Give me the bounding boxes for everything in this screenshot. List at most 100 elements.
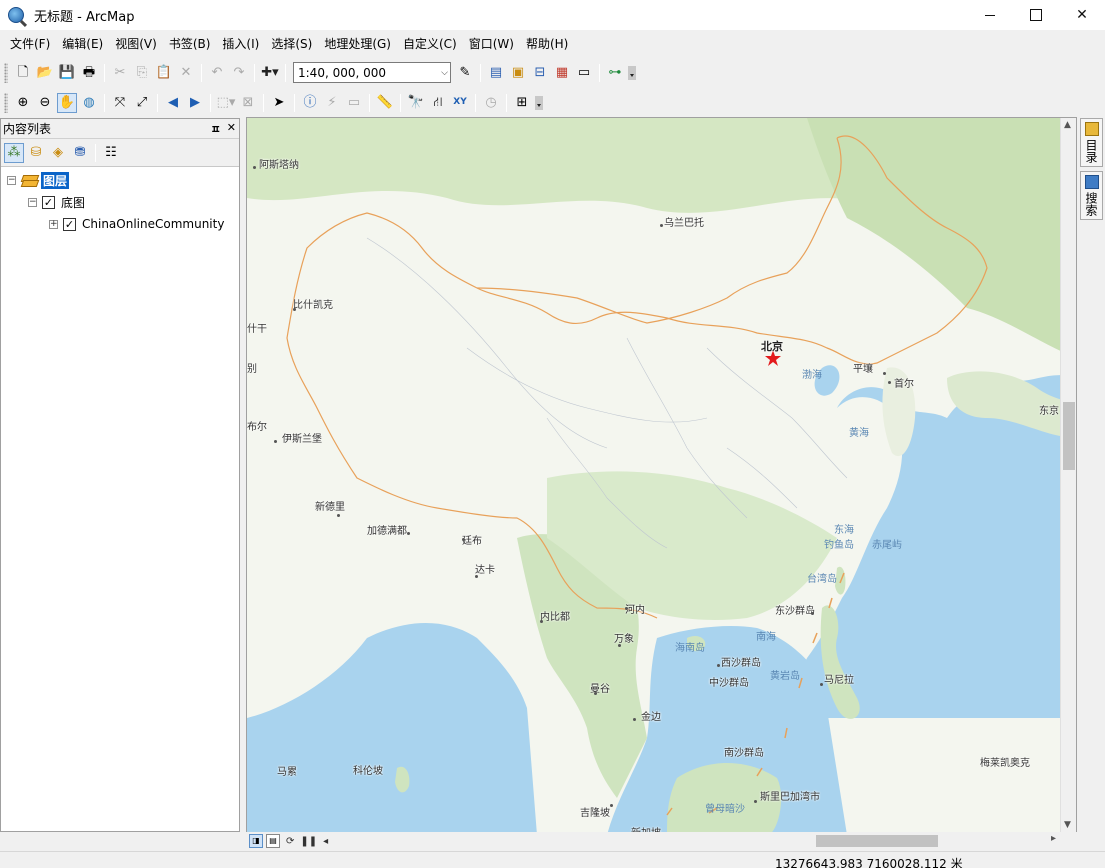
city-dot-icon (337, 514, 340, 517)
catalog-icon[interactable]: ▣ (508, 63, 528, 83)
zoom-out-icon[interactable]: ⊖ (35, 93, 55, 113)
menu-windows[interactable]: 窗口(W) (463, 31, 520, 57)
list-by-drawing-order-icon[interactable]: ⁂ (4, 142, 24, 163)
map-place-label: 海南岛 (675, 643, 705, 654)
city-dot-icon (407, 532, 410, 535)
map-display[interactable]: 阿斯塔纳 乌兰巴托 比什凯克 什干 北京 渤海 平壤 首尔 黄海 东京 伊斯兰堡 布尔 别新德里 加德满都… (246, 117, 1077, 834)
scroll-thumb[interactable] (1063, 402, 1075, 470)
menu-selection[interactable]: 选择(S) (265, 31, 318, 57)
menu-bookmarks[interactable]: 书签(B) (163, 31, 217, 57)
select-features-icon[interactable]: ⬚▾ (216, 93, 236, 113)
time-slider-icon[interactable]: ◷ (481, 93, 501, 113)
refresh-icon[interactable]: ⟳ (286, 836, 294, 847)
scroll-down-icon[interactable]: ▼ (1064, 820, 1071, 830)
pin-icon[interactable]: ㅍ (211, 121, 221, 137)
list-by-visibility-icon[interactable]: ◈ (48, 143, 68, 163)
search-tab[interactable]: 搜索 (1080, 171, 1103, 220)
tree-row-basemap-group[interactable]: − ✓ 底图 (1, 191, 239, 213)
map-vertical-scrollbar[interactable]: ▲ ▼ (1060, 118, 1076, 832)
menu-view[interactable]: 视图(V) (109, 31, 163, 57)
collapse-icon[interactable]: − (28, 197, 37, 207)
list-by-source-icon[interactable]: ⛁ (26, 143, 46, 163)
forward-extent-icon[interactable]: ▶ (185, 93, 205, 113)
search-window-icon[interactable]: ⊟ (530, 63, 550, 83)
identify-icon[interactable]: ⓘ (300, 93, 320, 113)
fixed-zoom-in-icon[interactable]: ⤧ (110, 93, 130, 113)
clear-selection-icon[interactable]: ⊠ (238, 93, 258, 113)
redo-icon[interactable]: ↷ (229, 63, 249, 83)
go-to-xy-icon[interactable]: XY (450, 93, 470, 113)
create-viewer-window-icon[interactable]: ⊞ (512, 93, 532, 113)
menu-help[interactable]: 帮助(H) (520, 31, 574, 57)
editor-icon[interactable]: ✎ (455, 63, 475, 83)
layout-view-icon[interactable]: ▤ (266, 834, 280, 848)
layer-label[interactable]: ChinaOnlineCommunity (82, 217, 224, 231)
toolbar-overflow-icon[interactable] (535, 95, 543, 110)
toolbar-grip[interactable] (4, 62, 8, 83)
copy-icon[interactable]: ⎘ (132, 63, 152, 83)
close-button[interactable]: ✕ (1059, 0, 1105, 30)
new-document-icon[interactable]: 🗋 (13, 63, 33, 83)
scroll-up-icon[interactable]: ▲ (1064, 120, 1071, 130)
scroll-left-icon[interactable]: ◂ (323, 836, 328, 847)
group-layer-label[interactable]: 底图 (61, 194, 85, 211)
menu-insert[interactable]: 插入(I) (216, 31, 265, 57)
map-place-label: 钓鱼岛 (824, 540, 854, 551)
chevron-down-icon[interactable]: ⌵ (441, 68, 448, 78)
menu-file[interactable]: 文件(F) (4, 31, 56, 57)
html-popup-icon[interactable]: ▭ (344, 93, 364, 113)
data-view-icon[interactable]: ◨ (249, 834, 263, 848)
measure-icon[interactable]: 📏 (375, 93, 395, 113)
arctoolbox-icon[interactable]: ▦ (552, 63, 572, 83)
delete-icon[interactable]: ✕ (176, 63, 196, 83)
paste-icon[interactable]: 📋 (154, 63, 174, 83)
scroll-thumb[interactable] (816, 835, 938, 847)
toolbar-grip[interactable] (4, 92, 8, 113)
back-extent-icon[interactable]: ◀ (163, 93, 183, 113)
toolbar-overflow-icon[interactable] (628, 65, 636, 80)
map-horizontal-scrollbar[interactable]: ▸ (346, 833, 1066, 848)
menu-geoprocessing[interactable]: 地理处理(G) (318, 31, 397, 57)
add-data-icon[interactable]: ✚▾ (260, 63, 280, 83)
toolbar-separator (104, 93, 105, 112)
toolbar-separator (104, 63, 105, 82)
model-builder-icon[interactable]: ⊶ (605, 63, 625, 83)
map-place-label: 东海 (834, 525, 854, 536)
tree-row-china-online-community[interactable]: + ✓ ChinaOnlineCommunity (1, 213, 239, 235)
fixed-zoom-out-icon[interactable]: ⤢ (132, 93, 152, 113)
print-icon[interactable]: 🖶 (79, 63, 99, 83)
open-folder-icon[interactable]: 📂 (35, 63, 55, 83)
python-icon[interactable]: ▭ (574, 63, 594, 83)
catalog-tab[interactable]: 目录 (1080, 118, 1103, 167)
full-extent-icon[interactable]: ◍ (79, 93, 99, 113)
visibility-checkbox[interactable]: ✓ (63, 217, 76, 231)
pan-icon[interactable]: ✋ (57, 92, 77, 113)
pause-drawing-icon[interactable]: ❚❚ (300, 836, 317, 847)
select-elements-icon[interactable]: ➤ (269, 93, 289, 113)
undo-icon[interactable]: ↶ (207, 63, 227, 83)
collapse-icon[interactable]: − (7, 175, 16, 185)
find-icon[interactable]: 🔭 (406, 93, 426, 113)
map-place-label: 黄岩岛 (770, 671, 800, 682)
table-window-icon[interactable]: ▤ (486, 63, 506, 83)
menu-edit[interactable]: 编辑(E) (56, 31, 109, 57)
expand-icon[interactable]: + (49, 219, 58, 229)
tree-row-layers[interactable]: − 图层 (1, 169, 239, 191)
map-scale-combobox[interactable]: 1:40, 000, 000 ⌵ (293, 62, 451, 83)
find-route-icon[interactable]: ⛙ (428, 93, 448, 113)
scroll-right-icon[interactable]: ▸ (1051, 833, 1056, 844)
data-frame-label[interactable]: 图层 (41, 171, 70, 189)
minimize-button[interactable] (967, 0, 1013, 30)
close-panel-icon[interactable]: ✕ (227, 121, 236, 137)
zoom-in-icon[interactable]: ⊕ (13, 93, 33, 113)
options-icon[interactable]: ☷ (101, 143, 121, 163)
city-dot-icon (811, 612, 814, 615)
visibility-checkbox[interactable]: ✓ (42, 195, 55, 209)
menu-customize[interactable]: 自定义(C) (397, 31, 463, 57)
city-dot-icon (717, 664, 720, 667)
maximize-button[interactable] (1013, 0, 1059, 30)
hyperlink-icon[interactable]: ⚡ (322, 93, 342, 113)
save-icon[interactable]: 💾 (57, 63, 77, 83)
cut-icon[interactable]: ✂ (110, 63, 130, 83)
list-by-selection-icon[interactable]: ⛃ (70, 143, 90, 163)
